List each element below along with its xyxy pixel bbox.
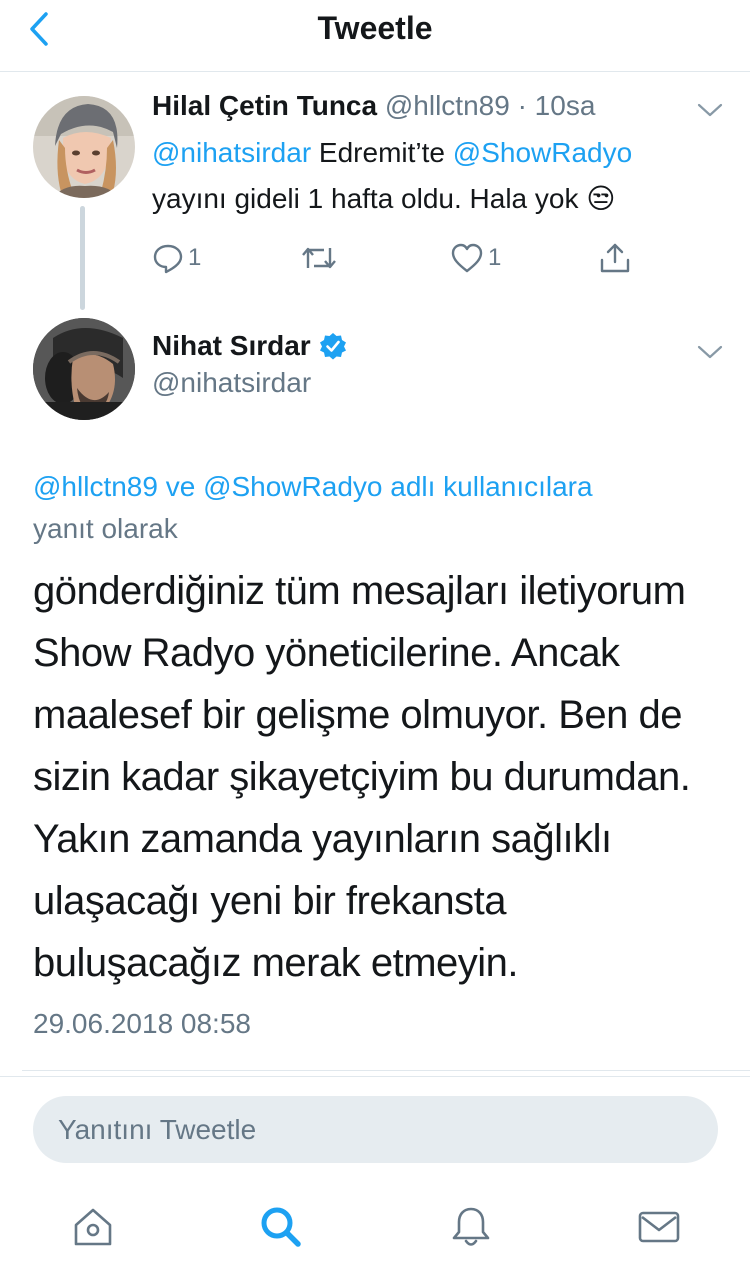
- reply-author-line: Hilal Çetin Tunca @hllctn89 · 10sa: [152, 90, 595, 122]
- home-icon: [74, 1208, 112, 1246]
- divider: [22, 1070, 750, 1071]
- bottom-tab-bar: [0, 1180, 750, 1277]
- reply-tweet-menu[interactable]: [695, 100, 725, 120]
- heart-icon: [451, 243, 483, 273]
- main-author-line: Nihat Sırdar: [152, 330, 347, 362]
- replying-to: @hllctn89 ve @ShowRadyo adlı kullanıcıla…: [33, 466, 723, 550]
- main-tweet-menu[interactable]: [695, 342, 725, 362]
- reply-author-name[interactable]: Hilal Çetin Tunca: [152, 90, 377, 121]
- tab-notifications[interactable]: [448, 1204, 494, 1250]
- retweet-button[interactable]: [300, 238, 338, 278]
- tab-search[interactable]: [258, 1204, 304, 1250]
- reply-text-part: yayını gideli 1 hafta oldu. Hala yok 😒: [152, 183, 616, 214]
- like-count: 1: [488, 244, 502, 271]
- replying-to-links[interactable]: @hllctn89 ve @ShowRadyo adlı kullanıcıla…: [33, 471, 593, 502]
- reply-composer-input[interactable]: Yanıtını Tweetle: [33, 1096, 718, 1163]
- reply-author-handle[interactable]: @hllctn89: [385, 90, 510, 121]
- search-icon: [261, 1207, 301, 1247]
- reply-button[interactable]: 1: [152, 238, 201, 278]
- chevron-down-icon: [697, 345, 723, 359]
- comment-icon: [153, 244, 183, 274]
- retweet-icon: [302, 247, 336, 269]
- chevron-down-icon: [697, 103, 723, 117]
- thread-connector: [80, 206, 85, 310]
- reply-time: · 10sa: [517, 90, 596, 121]
- page-title: Tweetle: [317, 10, 433, 46]
- tab-messages[interactable]: [636, 1204, 682, 1250]
- mention-link[interactable]: @nihatsirdar: [152, 137, 311, 168]
- replying-to-suffix: yanıt olarak: [33, 513, 178, 544]
- mention-link[interactable]: @ShowRadyo: [453, 137, 632, 168]
- bell-icon: [452, 1207, 490, 1246]
- main-author-handle[interactable]: @nihatsirdar: [152, 367, 311, 399]
- share-button[interactable]: [598, 238, 632, 278]
- reply-tweet-text: @nihatsirdar Edremit’te @ShowRadyo yayın…: [152, 130, 712, 222]
- share-icon: [600, 243, 630, 273]
- tab-home[interactable]: [70, 1204, 116, 1250]
- mail-icon: [638, 1211, 680, 1243]
- like-button[interactable]: 1: [450, 238, 501, 278]
- tweet-timestamp: 29.06.2018 08:58: [33, 1008, 251, 1039]
- verified-badge-icon: [319, 333, 346, 360]
- tweet-body: gönderdiğiniz tüm mesajları iletiyorum S…: [33, 569, 691, 985]
- main-author-name[interactable]: Nihat Sırdar: [152, 330, 311, 362]
- avatar-hilal[interactable]: [33, 96, 135, 198]
- reply-text-part: Edremit’te: [311, 137, 453, 168]
- reply-count: 1: [188, 244, 202, 271]
- divider: [0, 1076, 750, 1077]
- top-nav-bar: Tweetle: [0, 0, 750, 72]
- avatar-nihat[interactable]: [33, 318, 135, 420]
